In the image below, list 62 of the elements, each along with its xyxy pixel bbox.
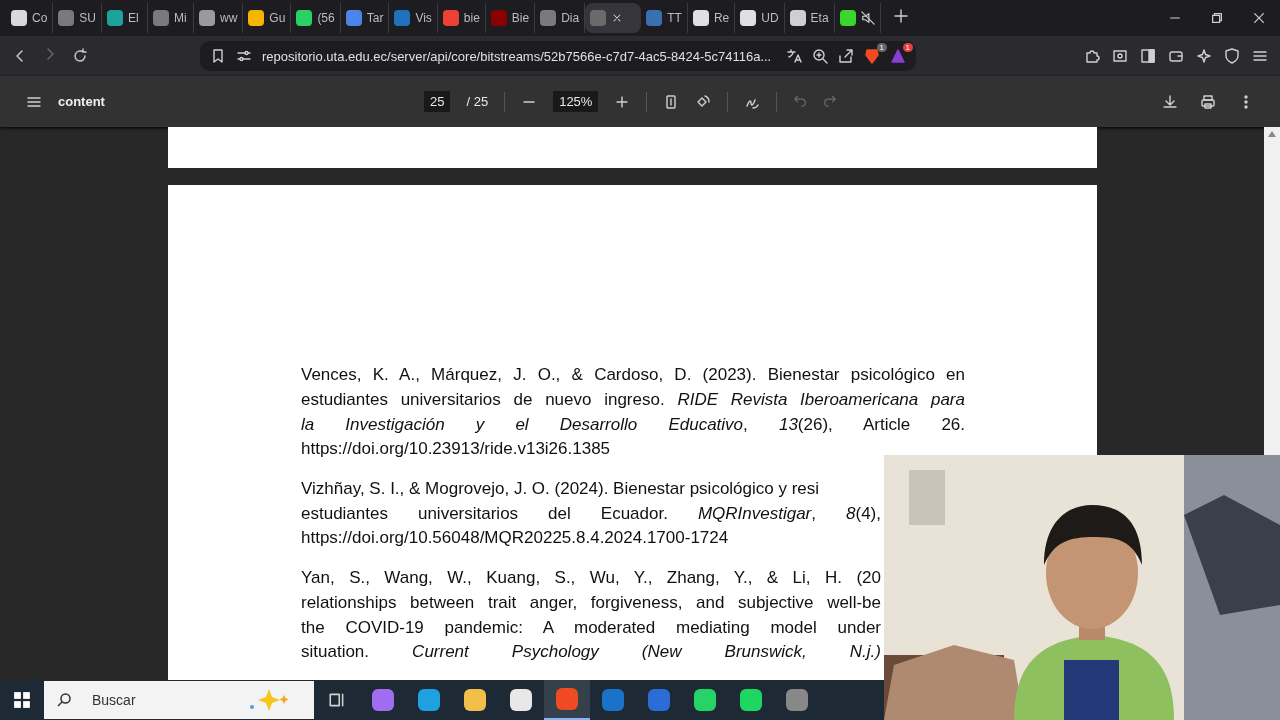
browser-tab[interactable]: Tar [340, 3, 390, 33]
reload-icon[interactable] [72, 48, 88, 64]
translate-icon[interactable] [786, 48, 802, 64]
new-tab-icon[interactable] [892, 8, 909, 24]
scrollbar[interactable] [1264, 127, 1280, 455]
reference-line: estudiantes universitarios de nuevo ingreso. RIDE Revista Iberoamericana para [301, 388, 965, 411]
triangle-icon[interactable] [890, 48, 906, 64]
browser-tab[interactable]: (56 [291, 3, 341, 33]
reference-line: https://doi.org/10.23913/ride.v13i26.1385 [301, 438, 611, 461]
muted-speaker-icon[interactable] [860, 11, 875, 25]
reference-line: la Investigación y el Desarrollo Educativo, 13(26), Article 26. [301, 413, 965, 436]
page-total: / 25 [466, 94, 489, 109]
notification-badge: 1 [902, 43, 913, 52]
reference-line: Yan, S., Wang, W., Kuang, S., Wu, Y., Zhang, Y., & Li, H. (20 [301, 567, 881, 590]
zoom-icon[interactable] [812, 48, 828, 64]
taskbar-app[interactable] [544, 680, 590, 720]
reference-line: Vences, K. A., Márquez, J. O., & Cardoso, D. (2023). Bienestar psicológico en [301, 364, 965, 387]
browser-tab[interactable]: Eta [784, 3, 835, 33]
browser-tab[interactable]: Vis [389, 3, 438, 33]
zoom-in-icon[interactable] [614, 93, 631, 110]
notification-badge: 1 [876, 43, 887, 52]
vpn-shield-icon[interactable] [1224, 48, 1240, 64]
reference-line: relationships between trait anger, forgiveness, and subjective well-be [301, 591, 881, 614]
sidebar-icon[interactable] [1140, 48, 1156, 64]
address-url[interactable]: repositorio.uta.edu.ec/server/api/core/bitstreams/52b7566e-c7d7-4ac5-8424-5c74116a... [262, 48, 776, 64]
reference-line: estudiantes universitarios del Ecuador. MQRInvestigar, 8(4), [301, 502, 881, 525]
scroll-up-icon[interactable] [1268, 131, 1276, 137]
download-icon[interactable] [1162, 93, 1178, 110]
lion-shield-icon[interactable] [864, 48, 880, 64]
browser-tab[interactable]: bie [437, 3, 486, 33]
browser-tab[interactable]: UD [735, 3, 785, 33]
reference-line: the COVID-19 pandemic: A moderated mediating model under [301, 616, 881, 639]
page-number-field[interactable]: 25 [424, 91, 451, 112]
menu-icon[interactable] [1252, 48, 1268, 64]
browser-tab[interactable]: Re [687, 3, 736, 33]
close-icon[interactable] [1252, 11, 1266, 25]
reference-line: situation. Current Psychology (New Brunswick, N.j.) [301, 641, 881, 664]
search-field[interactable]: Buscar [44, 681, 314, 719]
browser-tab[interactable]: ww [194, 3, 244, 33]
sparkle-icon[interactable] [1196, 48, 1212, 64]
browser-tab[interactable]: Bie [485, 3, 536, 33]
search-icon [56, 692, 72, 708]
browser-tab[interactable]: Dia [535, 3, 586, 33]
browser-tab[interactable]: SU [53, 3, 102, 33]
bookmark-icon[interactable] [210, 48, 226, 64]
site-settings-icon[interactable] [236, 48, 252, 64]
task-view-icon[interactable] [328, 691, 346, 709]
browser-tab[interactable]: Gu [243, 3, 292, 33]
print-icon[interactable] [1200, 93, 1216, 110]
reference-line: Vizhñay, S. I., & Mogrovejo, J. O. (2024). Bienestar psicológico y resi [301, 478, 820, 501]
document-title: content [58, 94, 106, 109]
browser-tab[interactable]: Mi [148, 3, 194, 33]
reference-line: https://doi.org/10.56048/MQR20225.8.4.2024.1700-1724 [301, 527, 729, 550]
browser-tab[interactable]: El [102, 3, 148, 33]
browser-tab[interactable]: Co [6, 3, 54, 33]
share-icon[interactable] [838, 48, 854, 64]
windows-icon[interactable] [13, 691, 31, 709]
restore-icon[interactable] [1210, 11, 1224, 25]
zoom-level-field[interactable]: 125% [553, 91, 599, 112]
wallet-icon[interactable] [1168, 48, 1184, 64]
puzzle-icon[interactable] [1084, 48, 1100, 64]
browser-tab[interactable]: TT [641, 3, 688, 33]
